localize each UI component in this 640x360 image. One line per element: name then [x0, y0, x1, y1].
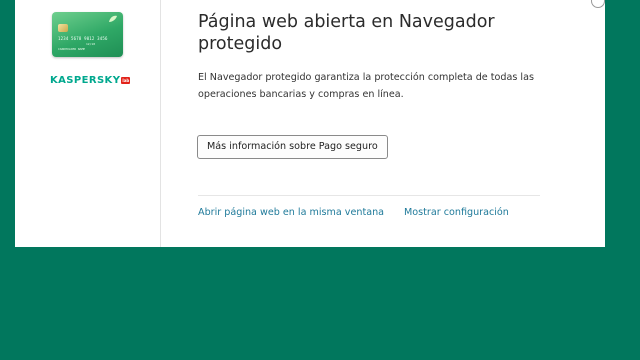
logo-text: KASPERSKY: [50, 75, 121, 86]
show-settings-link[interactable]: Mostrar configuración: [404, 207, 509, 218]
leaf-icon: [109, 15, 117, 22]
logo-lab-badge: lab: [121, 77, 131, 84]
card-chip-icon: [58, 24, 68, 32]
safe-money-dialog: 1234 5678 9012 3456 12/18 CARDHOLDER NAM…: [15, 0, 605, 247]
brand-pane: 1234 5678 9012 3456 12/18 CARDHOLDER NAM…: [15, 0, 161, 247]
card-holder: CARDHOLDER NAME: [58, 47, 86, 51]
dialog-title: Página web abierta en Navegador protegid…: [198, 12, 495, 54]
bank-card-image: 1234 5678 9012 3456 12/18 CARDHOLDER NAM…: [52, 12, 123, 57]
card-expiry: 12/18: [86, 42, 96, 46]
kaspersky-logo: KASPERSKY lab: [50, 75, 131, 86]
dialog-description: El Navegador protegido garantiza la prot…: [198, 72, 534, 100]
card-number: 1234 5678 9012 3456: [58, 36, 108, 41]
close-icon[interactable]: [591, 0, 605, 8]
more-info-button[interactable]: Más información sobre Pago seguro: [197, 135, 388, 159]
divider: [198, 195, 540, 196]
open-same-window-link[interactable]: Abrir página web en la misma ventana: [198, 207, 384, 218]
